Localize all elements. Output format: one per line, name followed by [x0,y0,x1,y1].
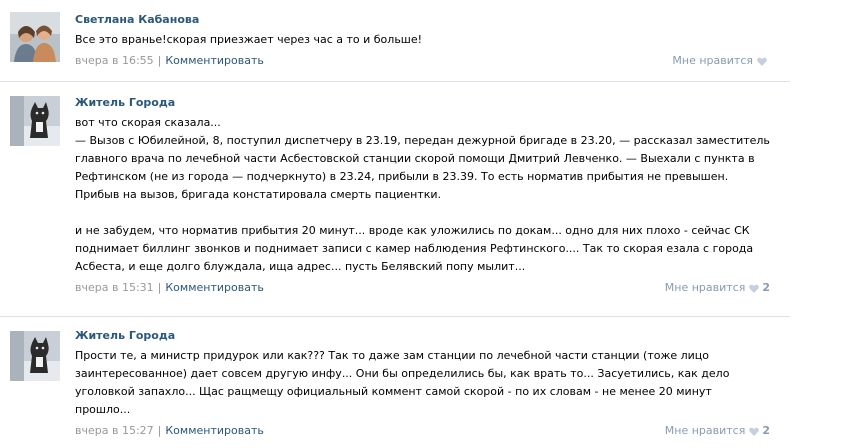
meta-separator: | [157,54,162,67]
like-label: Мне нравится [672,54,753,67]
avatar[interactable] [10,96,60,146]
comments-feed: Светлана Кабанова Все это вранье!скорая … [0,0,790,437]
comment-date[interactable]: вчера в 15:27 [75,424,154,437]
avatar[interactable] [10,12,60,62]
like-label: Мне нравится [664,424,746,437]
reply-link[interactable]: Комментировать [165,281,263,294]
comment-body: Житель Города вот что скорая сказала... … [75,82,770,295]
like-count: 2 [762,424,770,437]
heart-icon [749,427,760,436]
comment-item: Житель Города вот что скорая сказала... … [0,82,790,317]
user-photo-two-women-icon [10,12,60,62]
user-photo-cat-icon [10,331,60,381]
reply-link[interactable]: Комментировать [165,54,263,67]
comment-text: вот что скорая сказала... — Вызов с Юбил… [75,116,770,273]
comment-item: Житель Города Прости те, а министр приду… [0,317,790,437]
comment-text: Все это вранье!скорая приезжает через ча… [75,33,423,46]
like-label: Мне нравится [664,281,746,294]
like-button[interactable]: Мне нравится [672,54,770,68]
like-button[interactable]: Мне нравится 2 [665,424,770,438]
user-photo-cat-icon [10,96,60,146]
meta-separator: | [157,281,162,294]
comment-meta: вчера в 15:31 | Комментировать Мне нравитс… [75,281,770,295]
heart-icon [749,284,760,293]
heart-icon [757,57,767,66]
comment-meta: вчера в 15:27 | Комментировать Мне нравитс… [75,424,770,438]
comment-date[interactable]: вчера в 16:55 [75,54,154,67]
like-count: 2 [762,281,770,294]
comment-text: Прости те, а министр придурок или как???… [75,349,733,416]
comment-meta: вчера в 16:55 | Комментировать Мне нравитс… [75,54,770,68]
comment-item: Светлана Кабанова Все это вранье!скорая … [0,0,790,82]
avatar[interactable] [10,331,60,381]
comment-body: Житель Города Прости те, а министр приду… [75,317,770,438]
reply-link[interactable]: Комментировать [165,424,263,437]
comment-author[interactable]: Светлана Кабанова [75,13,770,27]
comment-body: Светлана Кабанова Все это вранье!скорая … [75,0,770,68]
comment-author[interactable]: Житель Города [75,329,770,343]
meta-separator: | [157,424,162,437]
comment-date[interactable]: вчера в 15:31 [75,281,154,294]
like-button[interactable]: Мне нравится 2 [665,281,770,295]
comment-author[interactable]: Житель Города [75,96,770,110]
